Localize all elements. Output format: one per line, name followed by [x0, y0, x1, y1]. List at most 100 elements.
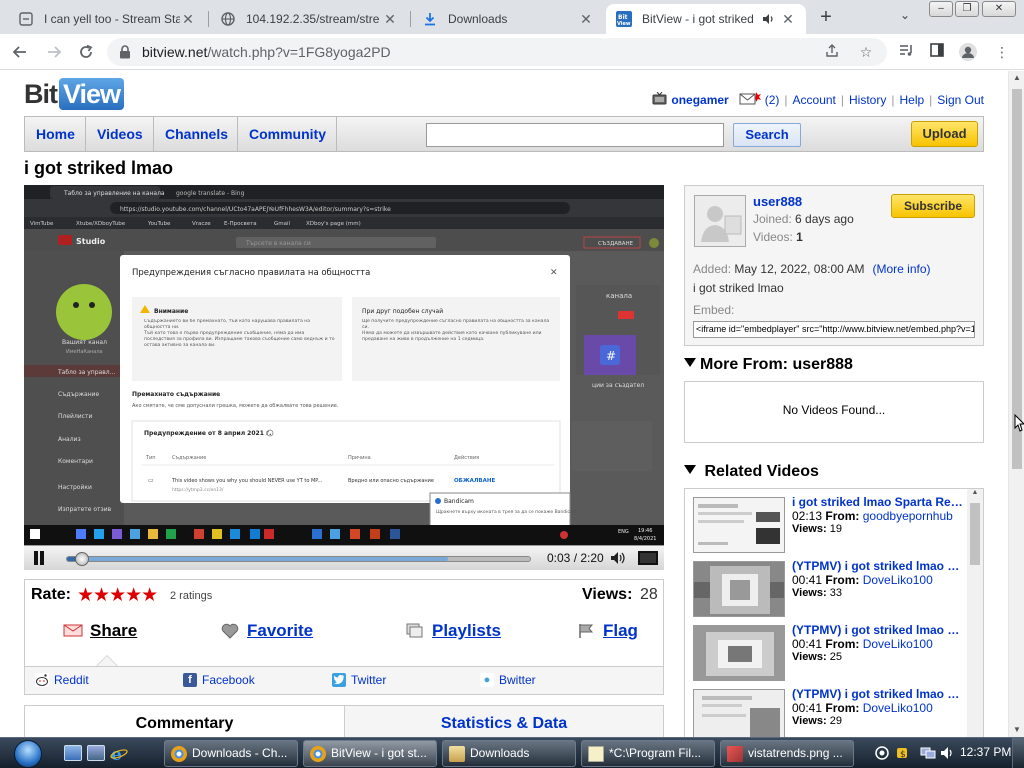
- reddit-share[interactable]: Reddit: [35, 673, 89, 687]
- bandicam-tray-icon[interactable]: [874, 746, 890, 762]
- volume-tray-icon[interactable]: [940, 746, 956, 762]
- show-desktop-button[interactable]: [1012, 738, 1024, 768]
- maximize-button[interactable]: ❐: [955, 1, 979, 17]
- playlists-button[interactable]: Playlists: [405, 621, 501, 641]
- taskbar-item[interactable]: Downloads - Ch...: [164, 740, 298, 767]
- related-title-link[interactable]: (YTPMV) i got striked lmao Scan: [792, 559, 964, 573]
- page-scrollbar[interactable]: ▲ ▼: [1008, 71, 1024, 737]
- warning-tray-icon[interactable]: $: [894, 746, 910, 762]
- tab-search-button[interactable]: ⌄: [896, 8, 914, 26]
- upload-button[interactable]: Upload: [911, 121, 978, 147]
- video-thumbnail[interactable]: [693, 497, 785, 553]
- related-author-link[interactable]: DoveLiko100: [863, 573, 933, 587]
- embed-code-field[interactable]: <iframe id="embedplayer" src="http://www…: [693, 321, 975, 338]
- related-video-item[interactable]: (YTPMV) i got striked lmao Scan 00:41 Fr…: [693, 687, 964, 737]
- seek-handle[interactable]: [74, 552, 89, 566]
- close-icon[interactable]: ✕: [578, 11, 594, 27]
- nav-community[interactable]: Community: [238, 117, 337, 151]
- show-desktop-quicklaunch-icon[interactable]: [64, 745, 82, 761]
- browser-tab-active[interactable]: Bit View BitView - i got striked ✕: [606, 4, 806, 34]
- bookmark-star-icon[interactable]: ☆: [857, 43, 875, 61]
- scroll-up-arrow-icon[interactable]: ▲: [1009, 71, 1024, 85]
- related-title-link[interactable]: (YTPMV) i got striked lmao Scan: [792, 623, 964, 637]
- internet-explorer-icon[interactable]: e: [110, 745, 128, 765]
- mail-count[interactable]: (2): [765, 93, 780, 107]
- twitter-share[interactable]: Twitter: [332, 673, 386, 687]
- speaker-icon[interactable]: [760, 11, 776, 27]
- close-icon[interactable]: ✕: [382, 11, 398, 27]
- taskbar-item[interactable]: *C:\Program Fil...: [581, 740, 715, 767]
- video-thumbnail[interactable]: [693, 689, 785, 737]
- nav-home[interactable]: Home: [25, 117, 86, 151]
- browser-tab[interactable]: Downloads ✕: [412, 4, 604, 34]
- browser-menu-icon[interactable]: ⋮: [992, 42, 1012, 62]
- related-title-link[interactable]: (YTPMV) i got striked lmao Scan: [792, 687, 964, 701]
- uploader-name-link[interactable]: user888: [753, 194, 802, 209]
- bitview-logo[interactable]: Bit View: [24, 77, 125, 111]
- close-icon[interactable]: ✕: [780, 11, 796, 27]
- mail-icon[interactable]: [739, 91, 761, 108]
- related-video-item[interactable]: i got striked lmao Sparta Remix 02:13 Fr…: [693, 495, 964, 555]
- bwitter-share[interactable]: ● Bwitter: [480, 673, 536, 687]
- taskbar-item[interactable]: Downloads: [442, 740, 576, 767]
- video-thumbnail[interactable]: [693, 625, 785, 681]
- facebook-share[interactable]: f Facebook: [183, 673, 255, 687]
- more-info-link[interactable]: (More info): [872, 262, 930, 276]
- scroll-up-arrow-icon[interactable]: ▲: [967, 489, 983, 501]
- volume-icon[interactable]: [610, 551, 628, 565]
- search-input[interactable]: [426, 123, 724, 147]
- scroll-thumb[interactable]: [970, 503, 980, 565]
- share-button[interactable]: Share: [63, 621, 137, 641]
- close-window-button[interactable]: ✕: [982, 1, 1016, 17]
- browser-tab[interactable]: 104.192.2.35/stream/stre ✕: [210, 4, 408, 34]
- lock-icon[interactable]: [119, 45, 131, 59]
- related-video-item[interactable]: (YTPMV) i got striked lmao Scan 00:41 Fr…: [693, 623, 964, 683]
- video-thumbnail[interactable]: [693, 561, 785, 617]
- star-rating[interactable]: ★★★★★: [77, 584, 158, 607]
- back-button[interactable]: [8, 40, 32, 64]
- related-video-item[interactable]: (YTPMV) i got striked lmao Scan 00:41 Fr…: [693, 559, 964, 619]
- tab-commentary[interactable]: Commentary: [25, 706, 345, 737]
- subscribe-button[interactable]: Subscribe: [891, 194, 975, 218]
- video-frame[interactable]: Табло за управление на канала google tra…: [24, 185, 664, 545]
- pause-button[interactable]: [32, 551, 46, 565]
- related-author-link[interactable]: goodbyepornhub: [863, 509, 953, 523]
- taskbar-item-active[interactable]: BitView - i got st...: [303, 740, 437, 767]
- history-link[interactable]: History: [849, 93, 886, 107]
- taskbar-item[interactable]: vistatrends.png ...: [720, 740, 854, 767]
- tab-statistics[interactable]: Statistics & Data: [345, 706, 663, 737]
- close-icon[interactable]: ✕: [180, 11, 196, 27]
- minimize-button[interactable]: –: [929, 1, 953, 17]
- flag-button[interactable]: Flag: [576, 621, 638, 641]
- network-icon[interactable]: [920, 746, 936, 762]
- username-link[interactable]: onegamer: [671, 93, 728, 107]
- more-from-heading[interactable]: More From: user888: [684, 356, 853, 374]
- search-button[interactable]: Search: [733, 123, 801, 147]
- nav-videos[interactable]: Videos: [86, 117, 154, 151]
- start-button[interactable]: [6, 739, 50, 768]
- avatar[interactable]: [694, 195, 746, 247]
- forward-button[interactable]: [42, 40, 66, 64]
- sign-out-link[interactable]: Sign Out: [937, 93, 984, 107]
- related-scrollbar[interactable]: ▲: [967, 489, 983, 737]
- media-control-icon[interactable]: [896, 42, 916, 62]
- url-text[interactable]: bitview.net/watch.php?v=1FG8yoga2PD: [142, 44, 391, 60]
- nav-channels[interactable]: Channels: [154, 117, 238, 151]
- side-panel-icon[interactable]: [927, 42, 947, 62]
- system-clock[interactable]: 12:37 PM: [960, 745, 1011, 759]
- switch-windows-icon[interactable]: [87, 745, 105, 761]
- account-link[interactable]: Account: [793, 93, 836, 107]
- related-title-link[interactable]: i got striked lmao Sparta Remix: [792, 495, 964, 509]
- share-icon[interactable]: [823, 43, 841, 61]
- reload-button[interactable]: [74, 40, 98, 64]
- profile-avatar-icon[interactable]: [958, 42, 978, 62]
- related-author-link[interactable]: DoveLiko100: [863, 701, 933, 715]
- seek-bar[interactable]: [66, 552, 531, 566]
- scroll-down-arrow-icon[interactable]: ▼: [1009, 723, 1024, 737]
- address-bar[interactable]: bitview.net/watch.php?v=1FG8yoga2PD ☆: [107, 38, 887, 66]
- new-tab-button[interactable]: +: [815, 7, 837, 29]
- scroll-thumb[interactable]: [1012, 89, 1022, 469]
- video-player[interactable]: Табло за управление на канала google tra…: [24, 185, 664, 570]
- related-author-link[interactable]: DoveLiko100: [863, 637, 933, 651]
- help-link[interactable]: Help: [899, 93, 924, 107]
